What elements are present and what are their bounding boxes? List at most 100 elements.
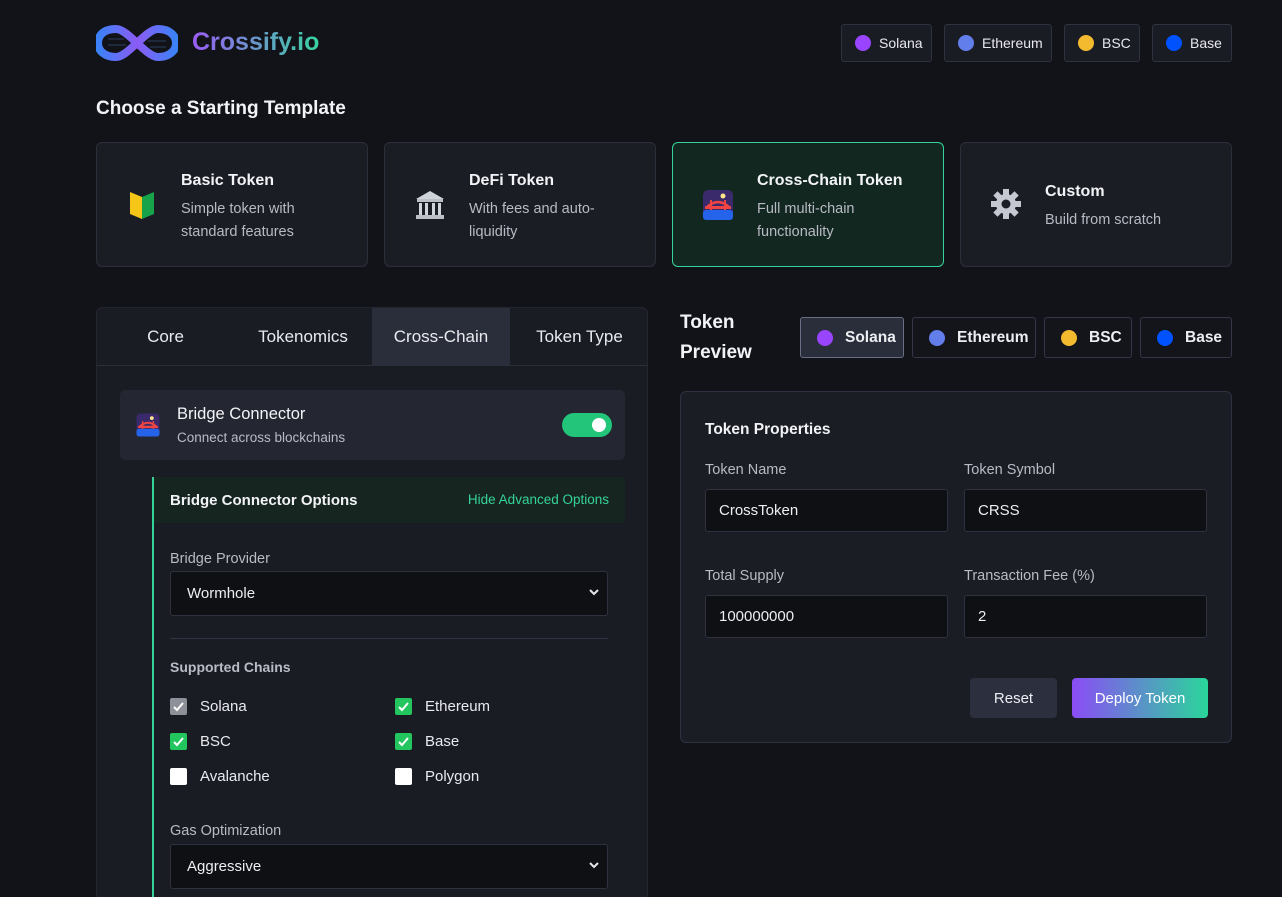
ethereum-dot-icon (958, 35, 974, 51)
deploy-token-button[interactable]: Deploy Token (1072, 678, 1208, 718)
gas-optimization-select[interactable]: Aggressive (170, 844, 608, 889)
total-supply-label: Total Supply (705, 568, 784, 584)
template-title: Cross-Chain Token (757, 172, 903, 189)
brand-name: Crossify.io (192, 28, 320, 56)
network-button-bsc[interactable]: BSC (1064, 24, 1140, 62)
base-dot-icon (1166, 35, 1182, 51)
network-button-solana[interactable]: Solana (841, 24, 932, 62)
template-description: Build from scratch (1045, 212, 1162, 228)
template-card-cross-chain[interactable]: Cross-Chain Token Full multi-chain funct… (672, 142, 944, 267)
chain-label: Solana (200, 698, 247, 715)
chain-checkbox-ethereum[interactable]: Ethereum (395, 698, 490, 715)
preview-network-ethereum[interactable]: Ethereum (912, 317, 1036, 358)
network-button-base[interactable]: Base (1152, 24, 1232, 62)
chevron-down-icon (589, 862, 599, 869)
token-name-input[interactable]: CrossToken (705, 489, 948, 532)
beginner-leaf-icon (125, 188, 159, 222)
tab-token-type[interactable]: Token Type (510, 308, 647, 366)
network-button-ethereum[interactable]: Ethereum (944, 24, 1052, 62)
network-label: Base (1190, 35, 1222, 51)
checkbox[interactable] (395, 733, 412, 750)
network-label: Ethereum (982, 35, 1043, 51)
template-heading: Choose a Starting Template (96, 98, 346, 119)
chevron-down-icon (589, 589, 599, 596)
template-description: Full multi-chain functionality (757, 201, 855, 240)
gas-optimization-label: Gas Optimization (170, 823, 282, 839)
token-name-label: Token Name (705, 462, 787, 478)
total-supply-input[interactable]: 100000000 (705, 595, 948, 638)
network-label: Ethereum (957, 328, 1029, 346)
bridge-options-header: Bridge Connector Options Hide Advanced O… (154, 477, 625, 523)
bridge-options: Bridge Connector Options Hide Advanced O… (152, 477, 625, 897)
token-properties-card: Token Properties Token Name CrossToken T… (680, 391, 1232, 743)
checkbox[interactable] (395, 698, 412, 715)
bridge-subtitle: Connect across blockchains (177, 430, 346, 445)
network-label: Base (1185, 328, 1223, 346)
solana-dot-icon (855, 35, 871, 51)
network-label: BSC (1102, 35, 1131, 51)
chain-checkbox-bsc[interactable]: BSC (170, 733, 231, 750)
network-label: BSC (1089, 328, 1122, 346)
preview-network-solana[interactable]: Solana (800, 317, 904, 358)
bridge-connector-card: Bridge Connector Connect across blockcha… (120, 390, 625, 460)
tab-cross-chain[interactable]: Cross-Chain (372, 308, 510, 366)
bridge-title: Bridge Connector (177, 405, 306, 423)
bridge-options-title: Bridge Connector Options (170, 492, 358, 509)
checkbox[interactable] (170, 698, 187, 715)
template-title: Basic Token (181, 172, 275, 189)
tab-core[interactable]: Core (97, 308, 234, 366)
token-symbol-input[interactable]: CRSS (964, 489, 1207, 532)
hide-advanced-options-link[interactable]: Hide Advanced Options (468, 492, 609, 507)
gas-optimization-value: Aggressive (187, 858, 262, 875)
bridge-provider-label: Bridge Provider (170, 551, 270, 567)
chain-checkbox-base[interactable]: Base (395, 733, 459, 750)
divider (170, 638, 608, 639)
chain-label: Polygon (425, 768, 480, 785)
toggle-knob (592, 418, 606, 432)
chain-checkbox-polygon[interactable]: Polygon (395, 768, 479, 785)
checkbox[interactable] (395, 768, 412, 785)
bridge-provider-select[interactable]: Wormhole (170, 571, 608, 616)
transaction-fee-label: Transaction Fee (%) (964, 568, 1095, 584)
chain-label: Ethereum (425, 698, 491, 715)
crossify-logo (93, 23, 181, 63)
bridge-icon (135, 412, 161, 438)
chain-checkbox-solana[interactable]: Solana (170, 698, 247, 715)
template-card-basic[interactable]: Basic Token Simple token with standard f… (96, 142, 368, 267)
bsc-dot-icon (1061, 329, 1077, 346)
token-symbol-label: Token Symbol (964, 462, 1056, 478)
chain-checkbox-avalanche[interactable]: Avalanche (170, 768, 270, 785)
preview-network-base[interactable]: Base (1140, 317, 1232, 358)
token-preview-title: Token Preview (680, 312, 752, 363)
reset-button[interactable]: Reset (970, 678, 1057, 718)
bridge-toggle[interactable] (562, 413, 612, 437)
chain-label: Avalanche (200, 768, 270, 785)
template-description: With fees and auto-liquidity (469, 201, 595, 240)
bridge-icon (701, 188, 735, 222)
network-label: Solana (879, 35, 923, 51)
chain-label: Base (425, 733, 460, 750)
checkbox[interactable] (170, 733, 187, 750)
transaction-fee-input[interactable]: 2 (964, 595, 1207, 638)
template-card-custom[interactable]: Custom Build from scratch (960, 142, 1232, 267)
template-description: Simple token with standard features (181, 201, 295, 240)
template-title: Custom (1045, 183, 1105, 200)
bsc-dot-icon (1078, 35, 1094, 51)
template-title: DeFi Token (469, 172, 555, 189)
config-panel: Core Tokenomics Cross-Chain Token Type B… (96, 307, 648, 897)
token-properties-title: Token Properties (705, 421, 831, 438)
preview-network-bsc[interactable]: BSC (1044, 317, 1132, 358)
gear-icon (989, 187, 1023, 221)
network-label: Solana (845, 328, 896, 346)
ethereum-dot-icon (929, 329, 945, 346)
bridge-provider-value: Wormhole (187, 585, 256, 602)
config-tabs: Core Tokenomics Cross-Chain Token Type (97, 308, 647, 366)
checkbox[interactable] (170, 768, 187, 785)
bank-icon (413, 188, 447, 222)
supported-chains-title: Supported Chains (170, 659, 291, 675)
chain-label: BSC (200, 733, 231, 750)
tab-tokenomics[interactable]: Tokenomics (234, 308, 372, 366)
template-card-defi[interactable]: DeFi Token With fees and auto-liquidity (384, 142, 656, 267)
base-dot-icon (1157, 329, 1173, 346)
solana-dot-icon (817, 329, 833, 346)
